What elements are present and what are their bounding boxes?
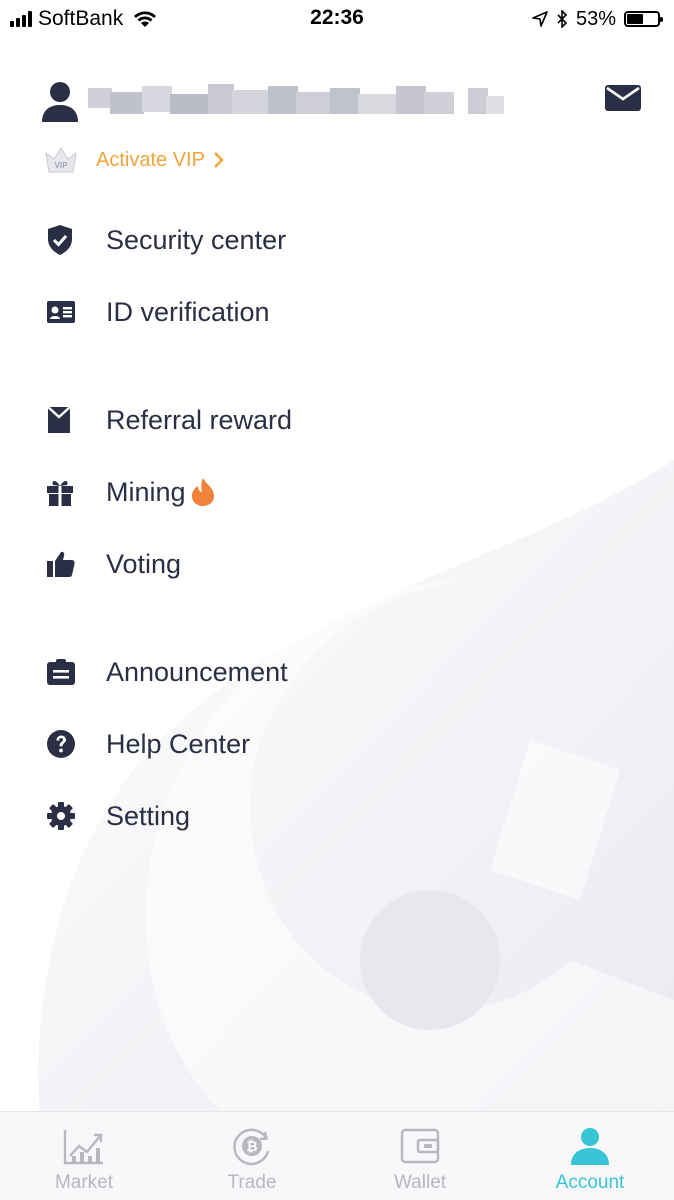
menu-label: Help Center <box>106 728 251 759</box>
menu-item-setting[interactable]: Setting <box>40 786 640 846</box>
menu-label: Setting <box>106 800 191 831</box>
svg-text:₿: ₿ <box>246 1138 257 1154</box>
location-arrow-icon <box>532 11 548 27</box>
menu-item-voting[interactable]: Voting <box>40 534 640 594</box>
profile-header <box>40 74 650 130</box>
menu-label: Referral reward <box>106 404 293 435</box>
tab-account[interactable]: Account <box>506 1112 674 1200</box>
status-right: 53% <box>532 6 663 32</box>
wallet-icon <box>400 1128 440 1164</box>
vip-crown-icon: VIP <box>45 147 77 173</box>
id-card-icon <box>46 295 92 329</box>
tab-wallet[interactable]: Wallet <box>336 1112 504 1200</box>
fire-icon <box>191 478 214 506</box>
thumbs-up-icon <box>46 547 92 581</box>
account-screen: SoftBank 22:36 53% VIP Activate VIP Secu… <box>0 0 674 1200</box>
mail-icon[interactable] <box>604 84 642 112</box>
tab-label: Wallet <box>393 1172 447 1193</box>
battery-icon <box>624 11 663 27</box>
vip-badge-text: VIP <box>55 161 68 170</box>
bottom-tab-bar: Market ₿ Trade Wallet Account <box>0 1111 674 1200</box>
tab-label: Trade <box>227 1172 277 1193</box>
status-bar: SoftBank 22:36 53% <box>0 0 674 40</box>
tab-label: Account <box>555 1172 625 1193</box>
clipboard-icon <box>46 655 92 689</box>
menu-label: Voting <box>106 548 182 579</box>
gear-icon <box>46 799 92 833</box>
envelope-icon <box>46 403 92 437</box>
question-circle-icon <box>46 727 92 761</box>
shield-check-icon <box>46 223 92 257</box>
menu-label: Announcement <box>106 656 288 687</box>
tab-trade[interactable]: ₿ Trade <box>168 1112 336 1200</box>
tab-market[interactable]: Market <box>0 1112 168 1200</box>
activate-vip-label: Activate VIP <box>96 148 205 171</box>
tab-label: Market <box>54 1172 114 1193</box>
gift-icon <box>46 475 92 509</box>
user-icon[interactable] <box>40 80 80 124</box>
menu-item-id-verification[interactable]: ID verification <box>40 282 640 342</box>
bluetooth-icon <box>557 10 568 28</box>
menu-item-announcement[interactable]: Announcement <box>40 642 640 702</box>
chevron-right-icon <box>214 152 224 168</box>
chart-icon <box>63 1130 103 1165</box>
menu-item-mining[interactable]: Mining <box>40 462 640 522</box>
user-icon <box>571 1128 609 1165</box>
menu-item-referral-reward[interactable]: Referral reward <box>40 390 640 450</box>
bitcoin-icon: ₿ <box>233 1128 270 1166</box>
activate-vip-link[interactable]: VIP Activate VIP <box>44 142 225 178</box>
menu-label: Mining <box>106 476 186 507</box>
menu-label: ID verification <box>106 296 270 327</box>
menu-label: Security center <box>106 224 287 255</box>
username-blurred <box>88 84 504 114</box>
menu-item-security-center[interactable]: Security center <box>40 210 640 270</box>
battery-percent: 53% <box>575 7 616 30</box>
battery-level <box>627 14 643 24</box>
menu-item-help-center[interactable]: Help Center <box>40 714 640 774</box>
